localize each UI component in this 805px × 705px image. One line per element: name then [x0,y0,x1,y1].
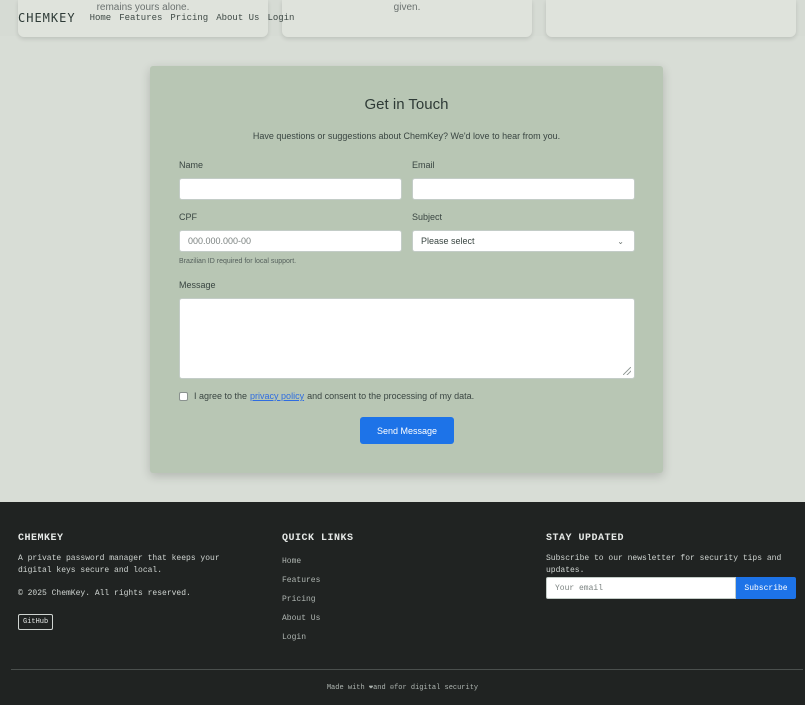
resize-handle-icon[interactable] [623,367,631,375]
footer-newsletter: STAY UPDATED Subscribe to our newsletter… [546,533,796,613]
contact-subtitle: Have questions or suggestions about Chem… [252,131,561,141]
footer-link-about-us[interactable]: About Us [282,614,482,623]
footer-link-login[interactable]: Login [282,633,482,642]
feature-card [546,0,796,37]
contact-title: Get in Touch [364,96,449,113]
newsletter-email-input[interactable]: Your email [546,577,736,599]
subject-selected-value: Please select [421,236,475,246]
name-label: Name [179,160,204,170]
feature-card-text: given. [393,2,421,13]
consent-suffix: and consent to the processing of my data… [307,391,475,401]
cpf-hint: Brazilian ID required for local support. [179,258,297,265]
email-label: Email [412,160,435,170]
contact-form-card: Get in Touch Have questions or suggestio… [150,66,663,473]
privacy-policy-link[interactable]: privacy policy [250,391,304,401]
cpf-label: CPF [179,212,197,222]
navbar: CHEMKEY Home Features Pricing About Us L… [18,9,302,27]
footer-brand: CHEMKEY [18,533,64,544]
newsletter-text: Subscribe to our newsletter for security… [546,554,782,575]
subject-label: Subject [412,212,443,222]
send-message-button[interactable]: Send Message [360,417,454,444]
subject-select[interactable]: Please select ⌄ [412,230,635,252]
cpf-placeholder: 000.000.000-00 [188,236,252,246]
newsletter-title: STAY UPDATED [546,533,625,544]
made-with-text: Made with ❤and ☮for digital security [326,684,479,692]
consent-prefix: I agree to the [194,391,248,401]
footer-copyright: © 2025 ChemKey. All rights reserved. [18,589,191,598]
footer-link-pricing[interactable]: Pricing [282,595,482,604]
footer-description: A private password manager that keeps yo… [18,554,220,575]
consent-row: I agree to the privacy policy and consen… [179,391,474,401]
nav-link-pricing[interactable]: Pricing [170,13,208,23]
footer-link-home[interactable]: Home [282,557,482,566]
footer-quick-links: QUICK LINKS Home Features Pricing About … [282,533,482,652]
quick-links-title: QUICK LINKS [282,533,354,544]
footer-brand-column: CHEMKEY A private password manager that … [18,533,258,630]
newsletter-placeholder: Your email [555,583,604,593]
footer-link-features[interactable]: Features [282,576,482,585]
name-input[interactable] [179,178,402,200]
message-label: Message [179,280,216,290]
consent-checkbox[interactable] [179,391,188,401]
email-input[interactable] [412,178,635,200]
footer: CHEMKEY A private password manager that … [0,502,805,705]
nav-link-about-us[interactable]: About Us [216,13,259,23]
message-textarea[interactable] [179,298,635,379]
feature-card: given. [282,0,532,37]
footer-divider [11,669,803,670]
chevron-down-icon: ⌄ [617,237,624,246]
nav-link-home[interactable]: Home [90,13,112,23]
logo[interactable]: CHEMKEY [18,11,76,25]
subscribe-button[interactable]: Subscribe [736,577,796,599]
nav-link-features[interactable]: Features [119,13,162,23]
cpf-input[interactable]: 000.000.000-00 [179,230,402,252]
github-link[interactable]: GitHub [18,614,54,630]
nav-link-login[interactable]: Login [267,13,294,23]
